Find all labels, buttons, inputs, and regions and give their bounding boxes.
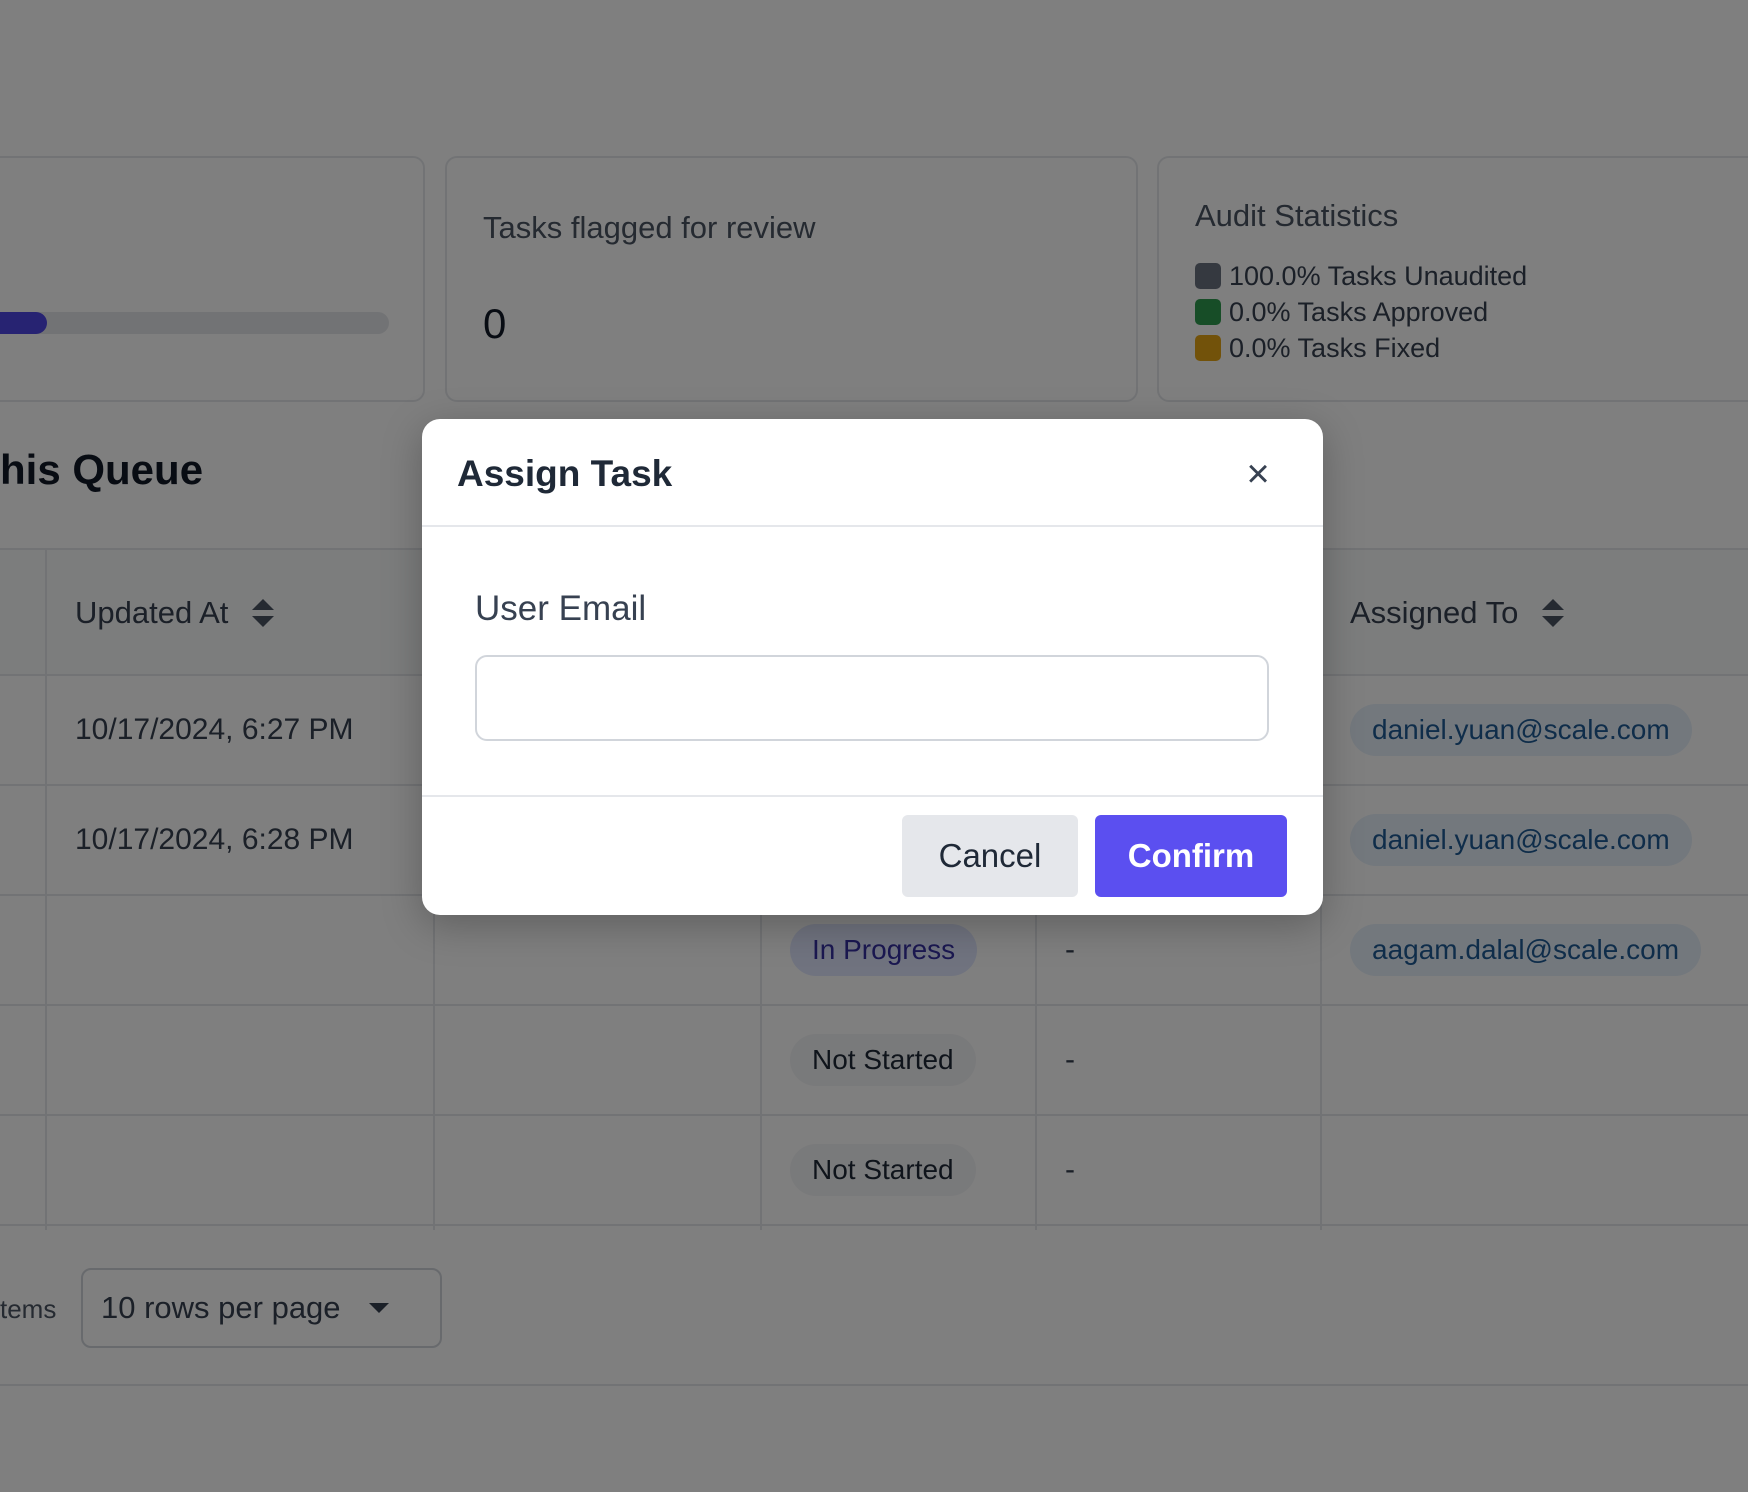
user-email-input[interactable] [475,655,1269,741]
cancel-button[interactable]: Cancel [902,815,1078,897]
modal-footer: Cancel Confirm [422,795,1323,915]
assign-task-modal: Assign Task × User Email Cancel Confirm [422,419,1323,915]
user-email-label: User Email [475,589,647,628]
modal-title: Assign Task [457,453,673,494]
modal-header: Assign Task × [422,419,1323,527]
close-icon[interactable]: × [1233,449,1283,499]
confirm-button[interactable]: Confirm [1095,815,1287,897]
